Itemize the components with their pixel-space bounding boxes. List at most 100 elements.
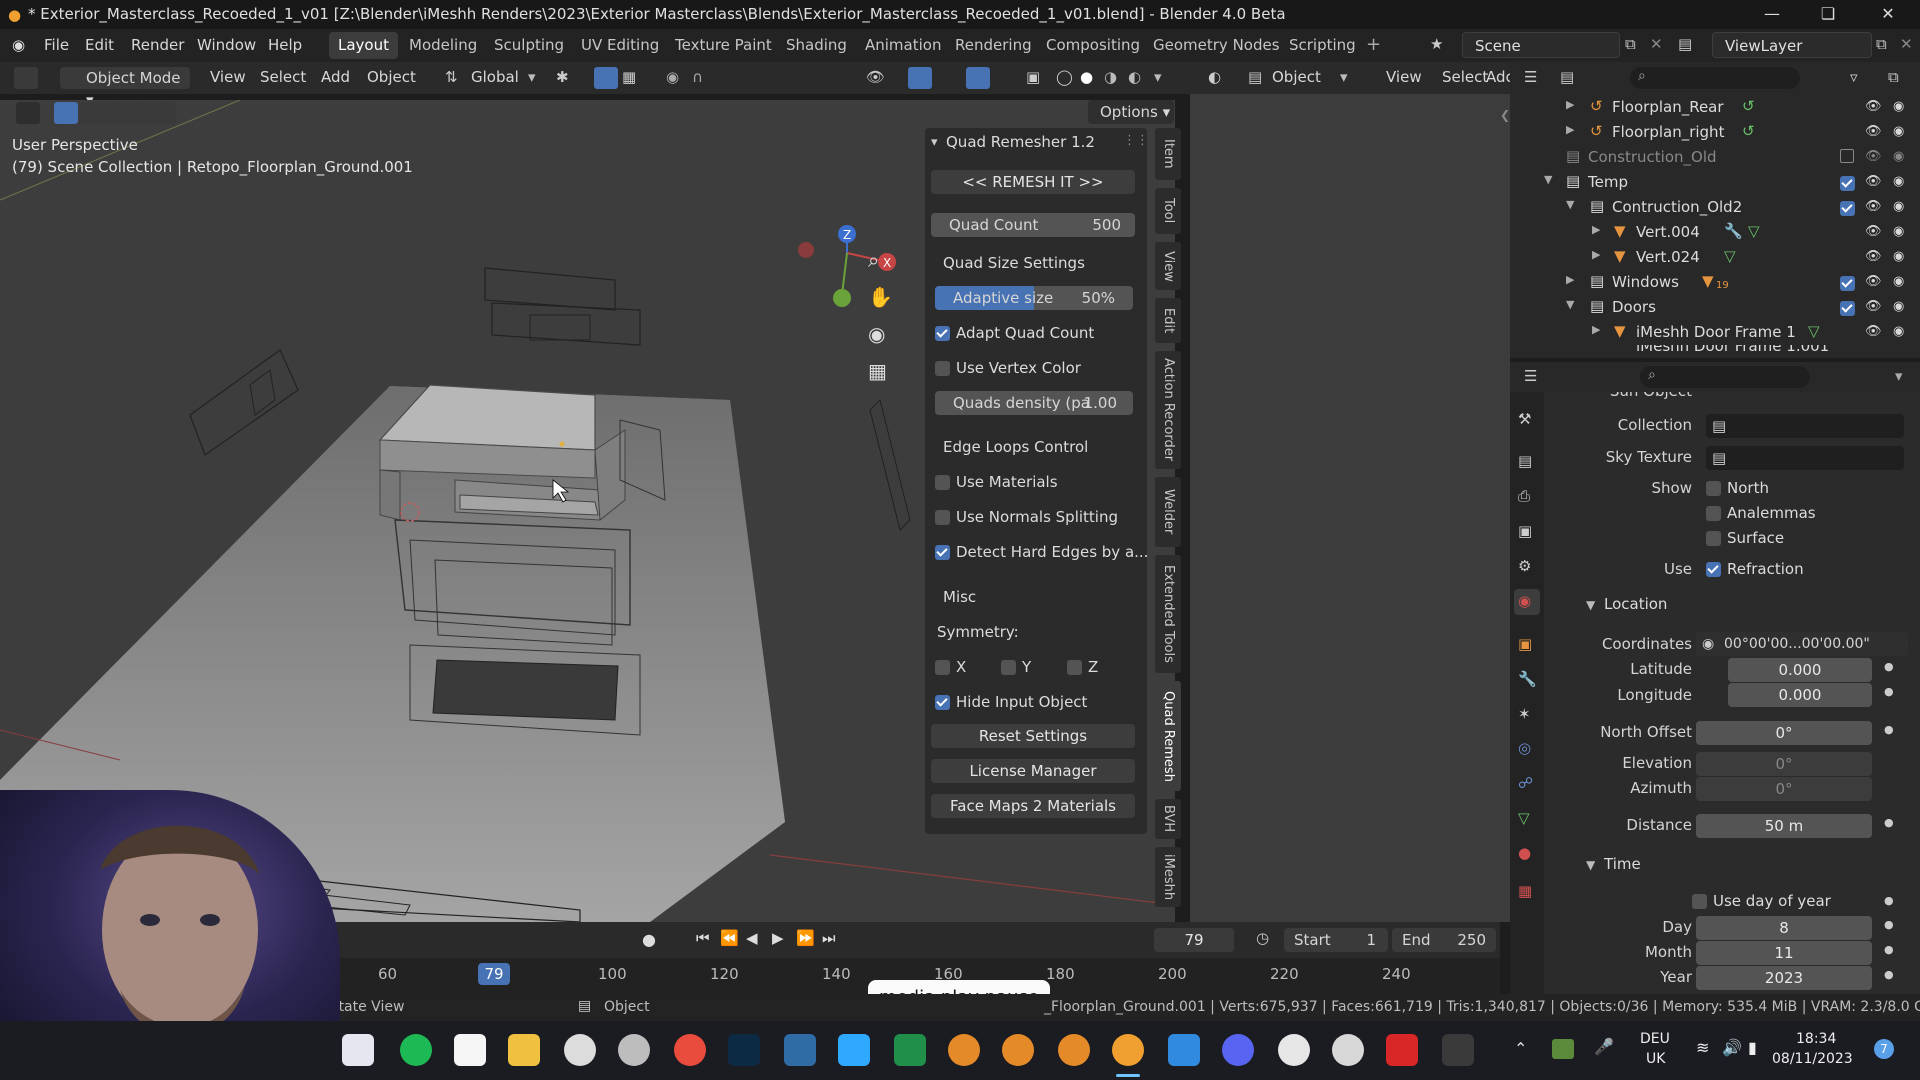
eye-icon[interactable]: 👁 — [1865, 174, 1882, 189]
tray-app-icon[interactable] — [1552, 1039, 1574, 1059]
outliner-row[interactable]: ▶ ↺ Floorplan_Rear ↺ 👁 ◉ — [1510, 95, 1920, 120]
outliner-row[interactable]: ▼ ▤ Contruction_Old2 👁 ◉ — [1510, 195, 1920, 220]
file-explorer-icon[interactable] — [508, 1034, 540, 1066]
chevron-down-icon[interactable]: ▾ — [1895, 367, 1903, 385]
clock-time[interactable]: 18:34 — [1796, 1031, 1836, 1047]
side-tab-tool[interactable]: Tool — [1155, 188, 1181, 234]
texture-tab-icon[interactable]: ▦ — [1518, 882, 1532, 900]
gizmo-y-axis[interactable] — [833, 289, 851, 307]
adaptive-size-slider[interactable]: Adaptive size 50% — [935, 286, 1133, 310]
checkbox-unchecked[interactable] — [935, 361, 950, 376]
constraints-tab-icon[interactable]: ☍ — [1518, 774, 1533, 792]
tab-animation[interactable]: Animation — [856, 32, 950, 59]
scene-selector-icon[interactable]: ★ — [1430, 35, 1443, 53]
tab-texture-paint[interactable]: Texture Paint — [666, 32, 781, 59]
jump-end-icon[interactable]: ⏭ — [822, 929, 836, 947]
side-tab-bvh[interactable]: BVH — [1155, 799, 1181, 839]
camera-render-icon[interactable]: ◉ — [1893, 324, 1904, 339]
blender-icon[interactable] — [1058, 1034, 1090, 1066]
particles-tab-icon[interactable]: ✶ — [1518, 705, 1531, 723]
physics-tab-icon[interactable]: ◎ — [1518, 739, 1531, 757]
longitude-field[interactable]: 0.000 — [1728, 683, 1872, 707]
visibility-icon[interactable]: 👁 — [866, 68, 885, 86]
viewport-right-area[interactable]: ❮ — [1190, 94, 1510, 922]
collapse-arrow-icon[interactable]: ▼ — [1544, 173, 1552, 186]
exclude-checkbox[interactable] — [1840, 201, 1855, 216]
spotify-icon[interactable] — [400, 1034, 432, 1066]
distance-field[interactable]: 50 m — [1696, 814, 1872, 838]
tray-expand-icon[interactable]: ⌃ — [1514, 1039, 1527, 1058]
expand-arrow-icon[interactable]: ▶ — [1592, 323, 1600, 336]
coordinates-field[interactable]: ◉ 00°00'00...00'00.00" — [1696, 632, 1908, 656]
volume-icon[interactable]: 🔊 — [1722, 1038, 1742, 1057]
notification-badge[interactable]: 7 — [1874, 1039, 1894, 1059]
expand-arrow-icon[interactable]: ▶ — [1592, 223, 1600, 236]
checkbox-unchecked[interactable] — [1706, 481, 1721, 496]
side-tab-extended-tools[interactable]: Extended Tools — [1155, 555, 1181, 673]
play-icon[interactable]: ▶ — [772, 929, 784, 947]
checkbox-checked[interactable] — [935, 695, 950, 710]
side-tab-quad-remesh[interactable]: Quad Remesh — [1155, 681, 1181, 791]
discord-icon[interactable] — [1222, 1034, 1254, 1066]
outliner-row[interactable]: ▶ ▤ Windows ▼ 19 👁 ◉ — [1510, 270, 1920, 295]
exclude-checkbox[interactable] — [1840, 176, 1855, 191]
use-vertex-color-checkbox[interactable]: Use Vertex Color — [935, 359, 1141, 377]
keyframe-dot-icon[interactable]: ● — [1884, 685, 1894, 698]
checkbox-unchecked[interactable] — [1067, 660, 1082, 675]
outliner-row[interactable]: ▼ ▤ Temp 👁 ◉ — [1510, 170, 1920, 195]
maximize-button[interactable]: ❏ — [1808, 2, 1848, 26]
minimize-button[interactable]: — — [1752, 2, 1792, 26]
outliner-row[interactable]: ▶ ↺ Floorplan_right ↺ 👁 ◉ — [1510, 120, 1920, 145]
menu-render[interactable]: Render — [131, 36, 184, 54]
outliner-row[interactable]: ▼ ▤ Doors 👁 ◉ — [1510, 295, 1920, 320]
gizmo-toggle-icon[interactable] — [908, 67, 932, 89]
close-button[interactable]: ✕ — [1868, 2, 1908, 26]
settings-icon[interactable] — [1332, 1034, 1364, 1066]
playhead[interactable]: 79 — [478, 963, 510, 985]
outliner-row[interactable]: iMeshh Door Frame 1.001 — [1510, 345, 1920, 358]
keyframe-dot-icon[interactable]: ● — [1884, 894, 1894, 907]
new-view-layer-icon[interactable]: ⧉ — [1876, 35, 1887, 53]
latitude-field[interactable]: 0.000 — [1728, 658, 1872, 682]
photoshop-alt-icon[interactable] — [838, 1034, 870, 1066]
tab-uv-editing[interactable]: UV Editing — [572, 32, 668, 59]
view-layer-tab-icon[interactable]: ▣ — [1518, 522, 1532, 540]
scene-field[interactable]: Scene — [1462, 32, 1620, 58]
modifier-tab-icon[interactable]: 🔧 — [1518, 670, 1537, 688]
tab-geometry-nodes[interactable]: Geometry Nodes — [1144, 32, 1289, 59]
expand-arrow-icon[interactable]: ▶ — [1566, 98, 1574, 111]
checkbox-unchecked[interactable] — [1692, 894, 1707, 909]
start-frame-field[interactable]: Start 1 — [1284, 928, 1388, 952]
object-selector[interactable]: Object — [1272, 68, 1321, 86]
use-day-of-year-checkbox[interactable]: Use day of year — [1692, 892, 1898, 910]
menu-edit[interactable]: Edit — [85, 36, 114, 54]
eye-icon[interactable]: 👁 — [1865, 249, 1882, 264]
side-tab-welder[interactable]: Welder — [1155, 477, 1181, 547]
proportional-edit-icon[interactable]: ◉ — [666, 68, 679, 86]
symmetry-y-checkbox[interactable]: Y — [1001, 658, 1031, 676]
microphone-icon[interactable]: 🎤 — [1594, 1037, 1614, 1056]
blender-active-icon[interactable] — [1112, 1034, 1144, 1066]
camera-render-icon[interactable]: ◉ — [1893, 124, 1904, 139]
select-mode-extend-icon[interactable] — [80, 102, 104, 124]
eye-icon[interactable]: 👁 — [1865, 299, 1882, 314]
wifi-icon[interactable]: ≋ — [1696, 1038, 1709, 1057]
drag-handle-icon[interactable]: ⋮⋮ — [1123, 133, 1149, 148]
north-offset-field[interactable]: 0° — [1696, 721, 1872, 745]
object-tab-icon[interactable]: ▣ — [1518, 635, 1532, 653]
world-tab-icon[interactable]: ◉ — [1518, 592, 1531, 610]
checkbox-checked[interactable] — [935, 326, 950, 341]
quads-density-field[interactable]: Quads density (pa 1.00 — [935, 391, 1133, 415]
davinci-icon[interactable] — [618, 1034, 650, 1066]
viewport-menu-select[interactable]: Select — [260, 68, 306, 86]
outliner-row[interactable]: ▤ Construction_Old 👁 ◉ — [1510, 145, 1920, 170]
keyframe-dot-icon[interactable]: ● — [1884, 816, 1894, 829]
face-maps-button[interactable]: Face Maps 2 Materials — [931, 794, 1135, 818]
tab-shading[interactable]: Shading — [777, 32, 856, 59]
snap-target-icon[interactable]: ▦ — [622, 68, 636, 86]
blender-icon[interactable] — [1002, 1034, 1034, 1066]
shading-options-icon[interactable]: ▾ — [1154, 68, 1162, 86]
side-tab-item[interactable]: Item — [1155, 128, 1181, 180]
data-tab-icon[interactable]: ▽ — [1518, 809, 1530, 827]
elevation-field[interactable]: 0° — [1696, 752, 1872, 776]
